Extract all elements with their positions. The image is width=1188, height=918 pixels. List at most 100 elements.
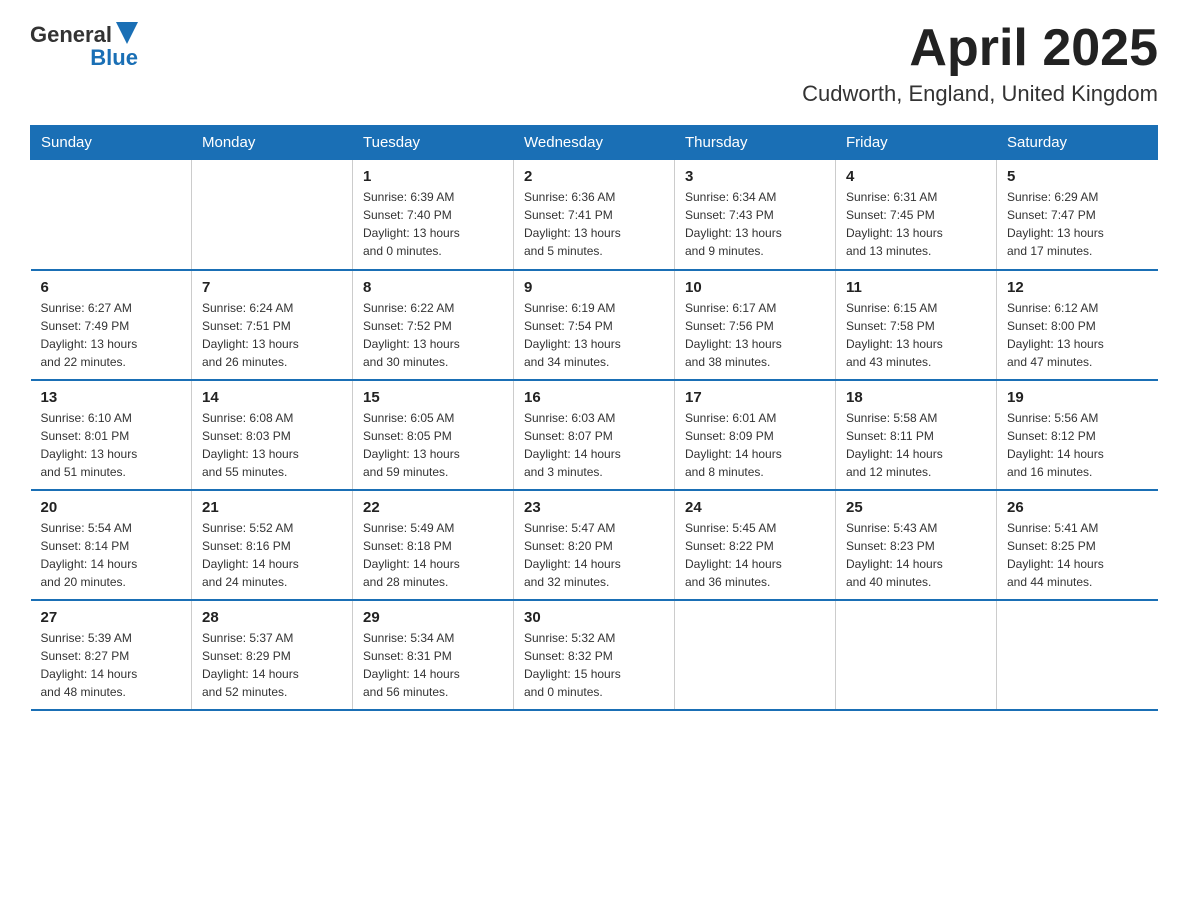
calendar-cell: 13Sunrise: 6:10 AMSunset: 8:01 PMDayligh… <box>31 380 192 490</box>
day-number: 22 <box>363 499 503 516</box>
calendar-cell: 1 Sunrise: 6:39 AMSunset: 7:40 PMDaylight… <box>353 160 514 270</box>
day-info: Sunrise: 6:01 AMSunset: 8:09 PMDaylight:… <box>685 409 825 481</box>
day-info: Sunrise: 6:05 AMSunset: 8:05 PMDaylight:… <box>363 409 503 481</box>
day-info: Sunrise: 5:37 AMSunset: 8:29 PMDaylight:… <box>202 629 342 701</box>
calendar-week-row: 13Sunrise: 6:10 AMSunset: 8:01 PMDayligh… <box>31 380 1158 490</box>
calendar-cell <box>192 160 353 270</box>
day-number: 1 <box>363 168 503 185</box>
calendar-cell: 15 Sunrise: 6:05 AMSunset: 8:05 PMDayligh… <box>353 380 514 490</box>
day-info: Sunrise: 5:39 AMSunset: 8:27 PMDaylight:… <box>41 629 182 701</box>
day-number: 20 <box>41 499 182 516</box>
calendar-cell: 10 Sunrise: 6:17 AMSunset: 7:56 PMDayligh… <box>675 270 836 380</box>
page-subtitle: Cudworth, England, United Kingdom <box>802 81 1158 107</box>
day-number: 17 <box>685 389 825 406</box>
page-header: General Blue April 2025 Cudworth, Englan… <box>30 20 1158 107</box>
calendar-cell: 18Sunrise: 5:58 AMSunset: 8:11 PMDayligh… <box>836 380 997 490</box>
calendar-cell: 2 Sunrise: 6:36 AMSunset: 7:41 PMDaylight… <box>514 160 675 270</box>
calendar-week-row: 6Sunrise: 6:27 AMSunset: 7:49 PMDaylight… <box>31 270 1158 380</box>
calendar-cell <box>836 600 997 710</box>
calendar-cell: 11 Sunrise: 6:15 AMSunset: 7:58 PMDayligh… <box>836 270 997 380</box>
day-number: 4 <box>846 168 986 185</box>
calendar-cell: 12 Sunrise: 6:12 AMSunset: 8:00 PMDayligh… <box>997 270 1158 380</box>
page-title: April 2025 <box>802 20 1158 77</box>
day-number: 14 <box>202 389 342 406</box>
calendar-cell: 14Sunrise: 6:08 AMSunset: 8:03 PMDayligh… <box>192 380 353 490</box>
calendar-table: SundayMondayTuesdayWednesdayThursdayFrid… <box>30 125 1158 711</box>
day-number: 12 <box>1007 279 1148 296</box>
weekday-header-monday: Monday <box>192 126 353 160</box>
logo: General Blue <box>30 20 138 71</box>
day-number: 30 <box>524 609 664 626</box>
calendar-week-row: 27 Sunrise: 5:39 AMSunset: 8:27 PMDayligh… <box>31 600 1158 710</box>
day-number: 28 <box>202 609 342 626</box>
day-info: Sunrise: 6:22 AMSunset: 7:52 PMDaylight:… <box>363 299 503 371</box>
day-info: Sunrise: 6:03 AMSunset: 8:07 PMDaylight:… <box>524 409 664 481</box>
weekday-header-row: SundayMondayTuesdayWednesdayThursdayFrid… <box>31 126 1158 160</box>
day-info: Sunrise: 6:19 AMSunset: 7:54 PMDaylight:… <box>524 299 664 371</box>
day-number: 6 <box>41 279 182 296</box>
calendar-cell: 23 Sunrise: 5:47 AMSunset: 8:20 PMDayligh… <box>514 490 675 600</box>
calendar-cell: 8 Sunrise: 6:22 AMSunset: 7:52 PMDaylight… <box>353 270 514 380</box>
day-number: 8 <box>363 279 503 296</box>
day-info: Sunrise: 6:39 AMSunset: 7:40 PMDaylight:… <box>363 188 503 260</box>
calendar-cell: 20 Sunrise: 5:54 AMSunset: 8:14 PMDayligh… <box>31 490 192 600</box>
calendar-cell: 25 Sunrise: 5:43 AMSunset: 8:23 PMDayligh… <box>836 490 997 600</box>
day-info: Sunrise: 6:17 AMSunset: 7:56 PMDaylight:… <box>685 299 825 371</box>
day-info: Sunrise: 6:15 AMSunset: 7:58 PMDaylight:… <box>846 299 986 371</box>
day-number: 21 <box>202 499 342 516</box>
weekday-header-sunday: Sunday <box>31 126 192 160</box>
day-info: Sunrise: 6:34 AMSunset: 7:43 PMDaylight:… <box>685 188 825 260</box>
calendar-cell: 9 Sunrise: 6:19 AMSunset: 7:54 PMDaylight… <box>514 270 675 380</box>
day-number: 3 <box>685 168 825 185</box>
day-info: Sunrise: 5:43 AMSunset: 8:23 PMDaylight:… <box>846 519 986 591</box>
calendar-cell: 21 Sunrise: 5:52 AMSunset: 8:16 PMDayligh… <box>192 490 353 600</box>
calendar-cell: 17 Sunrise: 6:01 AMSunset: 8:09 PMDayligh… <box>675 380 836 490</box>
day-number: 29 <box>363 609 503 626</box>
day-info: Sunrise: 6:29 AMSunset: 7:47 PMDaylight:… <box>1007 188 1148 260</box>
day-info: Sunrise: 5:47 AMSunset: 8:20 PMDaylight:… <box>524 519 664 591</box>
calendar-cell: 4Sunrise: 6:31 AMSunset: 7:45 PMDaylight… <box>836 160 997 270</box>
logo-blue-text: Blue <box>90 45 138 71</box>
day-info: Sunrise: 6:36 AMSunset: 7:41 PMDaylight:… <box>524 188 664 260</box>
day-number: 5 <box>1007 168 1148 185</box>
day-info: Sunrise: 5:52 AMSunset: 8:16 PMDaylight:… <box>202 519 342 591</box>
logo-general-text: General <box>30 22 112 48</box>
day-number: 16 <box>524 389 664 406</box>
calendar-week-row: 1 Sunrise: 6:39 AMSunset: 7:40 PMDaylight… <box>31 160 1158 270</box>
day-number: 9 <box>524 279 664 296</box>
calendar-cell: 22Sunrise: 5:49 AMSunset: 8:18 PMDayligh… <box>353 490 514 600</box>
day-info: Sunrise: 5:56 AMSunset: 8:12 PMDaylight:… <box>1007 409 1148 481</box>
weekday-header-wednesday: Wednesday <box>514 126 675 160</box>
calendar-cell: 27 Sunrise: 5:39 AMSunset: 8:27 PMDayligh… <box>31 600 192 710</box>
day-info: Sunrise: 5:54 AMSunset: 8:14 PMDaylight:… <box>41 519 182 591</box>
calendar-cell <box>31 160 192 270</box>
title-block: April 2025 Cudworth, England, United Kin… <box>802 20 1158 107</box>
day-number: 15 <box>363 389 503 406</box>
day-number: 25 <box>846 499 986 516</box>
weekday-header-thursday: Thursday <box>675 126 836 160</box>
day-info: Sunrise: 6:12 AMSunset: 8:00 PMDaylight:… <box>1007 299 1148 371</box>
day-number: 24 <box>685 499 825 516</box>
day-number: 23 <box>524 499 664 516</box>
day-number: 10 <box>685 279 825 296</box>
day-number: 27 <box>41 609 182 626</box>
day-number: 2 <box>524 168 664 185</box>
calendar-cell: 6Sunrise: 6:27 AMSunset: 7:49 PMDaylight… <box>31 270 192 380</box>
day-info: Sunrise: 5:45 AMSunset: 8:22 PMDaylight:… <box>685 519 825 591</box>
day-info: Sunrise: 5:41 AMSunset: 8:25 PMDaylight:… <box>1007 519 1148 591</box>
calendar-cell: 24 Sunrise: 5:45 AMSunset: 8:22 PMDayligh… <box>675 490 836 600</box>
day-info: Sunrise: 5:34 AMSunset: 8:31 PMDaylight:… <box>363 629 503 701</box>
logo-triangle-icon <box>116 22 138 44</box>
day-number: 13 <box>41 389 182 406</box>
calendar-cell: 7Sunrise: 6:24 AMSunset: 7:51 PMDaylight… <box>192 270 353 380</box>
calendar-cell: 28 Sunrise: 5:37 AMSunset: 8:29 PMDayligh… <box>192 600 353 710</box>
calendar-cell: 30 Sunrise: 5:32 AMSunset: 8:32 PMDayligh… <box>514 600 675 710</box>
weekday-header-friday: Friday <box>836 126 997 160</box>
day-number: 18 <box>846 389 986 406</box>
weekday-header-tuesday: Tuesday <box>353 126 514 160</box>
calendar-cell: 26Sunrise: 5:41 AMSunset: 8:25 PMDayligh… <box>997 490 1158 600</box>
day-number: 19 <box>1007 389 1148 406</box>
day-info: Sunrise: 5:32 AMSunset: 8:32 PMDaylight:… <box>524 629 664 701</box>
day-number: 7 <box>202 279 342 296</box>
day-number: 11 <box>846 279 986 296</box>
